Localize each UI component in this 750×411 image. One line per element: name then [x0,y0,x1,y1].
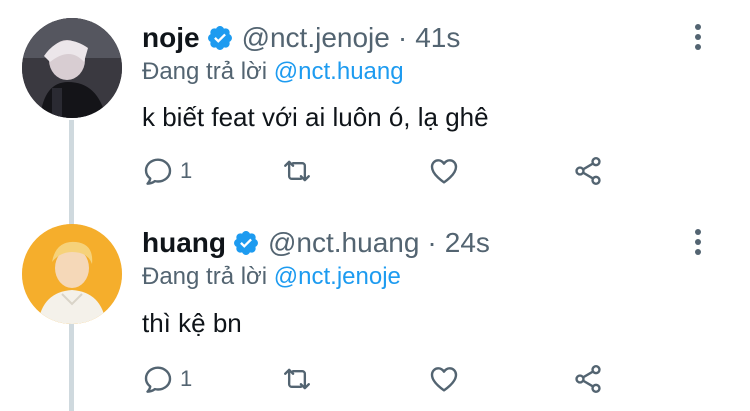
action-bar: 1 [142,363,622,397]
retweet-button[interactable] [280,363,314,395]
verified-badge-icon [207,26,232,50]
reply-count: 1 [180,158,193,183]
tweet-header: noje @nct.jenoje · 41s [142,22,460,54]
timestamp[interactable]: 41s [415,22,460,54]
tweet-1[interactable]: noje @nct.jenoje · 41s Đang trả lời @nct… [0,0,750,205]
verified-badge-icon [234,231,258,255]
retweet-icon [284,368,310,390]
avatar-image [22,224,122,324]
action-bar: 1 [142,155,622,189]
replying-to: Đang trả lời @nct.jenoje [142,263,401,291]
like-button[interactable] [428,363,460,395]
reply-button[interactable]: 1 [142,155,192,187]
heart-icon [430,159,458,184]
separator-dot: · [397,22,408,53]
timestamp[interactable]: 24s [445,227,490,259]
avatar[interactable] [22,224,122,324]
reply-count: 1 [180,366,193,391]
share-button[interactable] [572,363,604,395]
share-button[interactable] [572,155,604,187]
handle[interactable]: @nct.jenoje [242,22,390,54]
reply-button[interactable]: 1 [142,363,192,395]
share-icon [575,157,601,185]
reply-icon [144,366,172,393]
more-options-icon[interactable] [694,24,702,50]
more-options-icon[interactable] [694,229,702,255]
handle[interactable]: @nct.huang [268,227,419,259]
display-name[interactable]: noje [142,22,200,54]
replying-to: Đang trả lời @nct.huang [142,58,404,86]
separator-dot: · [427,227,437,258]
tweet-header: huang @nct.huang · 24s [142,227,490,259]
tweet-text: k biết feat với ai luôn ó, lạ ghê [142,102,489,132]
retweet-button[interactable] [280,155,314,187]
retweet-icon [284,160,310,182]
tweet-text: thì kệ bn [142,308,242,338]
reply-mention-link[interactable]: @nct.huang [274,58,404,85]
display-name[interactable]: huang [142,227,226,259]
reply-prefix: Đang trả lời [142,263,274,290]
avatar-image [22,18,122,118]
reply-icon [144,158,172,185]
avatar[interactable] [22,18,122,118]
heart-icon [430,367,458,392]
like-button[interactable] [428,155,460,187]
reply-mention-link[interactable]: @nct.jenoje [274,263,401,290]
tweet-2[interactable]: huang @nct.huang · 24s Đang trả lời @nct… [0,205,750,411]
share-icon [575,365,601,393]
reply-prefix: Đang trả lời [142,58,274,85]
